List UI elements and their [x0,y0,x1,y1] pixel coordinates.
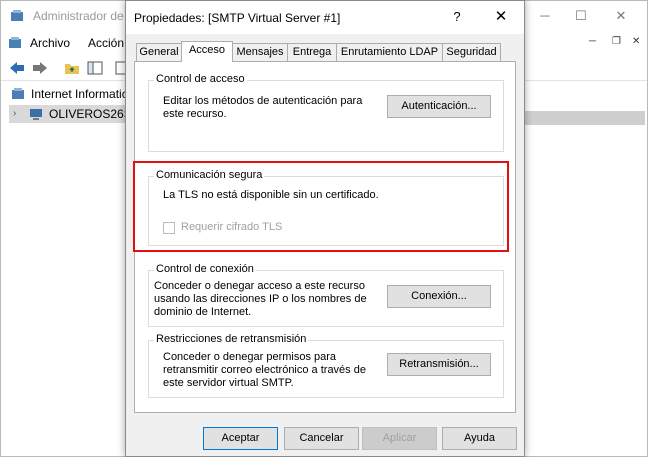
dialog-title: Propiedades: [SMTP Virtual Server #1] [134,11,341,25]
connection-control-group: Control de conexión Conceder o denegar a… [148,263,504,327]
mdi-minimize-icon[interactable]: ─ [589,36,596,47]
group-legend: Restricciones de retransmisión [154,333,309,345]
chevron-right-icon[interactable]: › [13,105,16,123]
connection-button[interactable]: Conexión... [387,285,491,308]
menu-archivo[interactable]: Archivo [30,36,70,50]
access-control-group: Control de acceso Editar los métodos de … [148,73,504,152]
relay-restrictions-group: Restricciones de retransmisión Conceder … [148,333,504,398]
mdi-restore-icon[interactable]: ❐ [612,36,621,47]
app-menu-icon[interactable] [8,36,22,50]
group-legend: Control de acceso [154,73,247,85]
relay-description: Conceder o denegar permisos para retrans… [163,351,366,389]
highlight-box [133,161,509,252]
iis-server-icon [12,88,24,99]
minimize-icon[interactable]: ─ [537,8,553,24]
help-icon[interactable]: ? [450,9,464,24]
access-control-description: Editar los métodos de autenticación para… [163,95,363,120]
ok-button[interactable]: Aceptar [203,427,278,450]
cancel-button[interactable]: Cancelar [284,427,359,450]
menu-accion[interactable]: Acción [88,36,124,50]
help-button[interactable]: Ayuda [442,427,517,450]
mdi-close-icon[interactable]: ✕ [632,36,640,47]
tree-item-label: Internet Informatic [31,87,128,101]
background-window-title: Administrador de [33,9,124,23]
iis-manager-icon [11,10,23,21]
tab-acceso[interactable]: Acceso [181,41,233,62]
close-icon[interactable]: ✕ [613,8,629,24]
group-legend: Control de conexión [154,263,256,275]
dialog-titlebar: Propiedades: [SMTP Virtual Server #1] ? … [126,1,524,34]
tab-entrega[interactable]: Entrega [287,43,337,61]
apply-button[interactable]: Aplicar [362,427,437,450]
tree-item-server[interactable]: › OLIVEROS26S [9,105,132,123]
authentication-button[interactable]: Autenticación... [387,95,491,118]
close-icon[interactable]: ✕ [492,7,510,25]
tab-enrutamiento-ldap[interactable]: Enrutamiento LDAP [336,43,443,61]
forward-arrow-icon[interactable] [31,59,49,77]
show-tree-icon[interactable] [86,59,104,77]
tab-mensajes[interactable]: Mensajes [232,43,288,61]
computer-icon [30,109,42,120]
maximize-icon[interactable]: ☐ [573,8,589,24]
tab-seguridad[interactable]: Seguridad [442,43,501,61]
selected-list-row [525,111,645,125]
relay-button[interactable]: Retransmisión... [387,353,491,376]
tab-general[interactable]: General [136,43,182,61]
folder-up-icon[interactable] [63,59,81,77]
tree-item-label: OLIVEROS26S [49,107,132,121]
connection-control-description: Conceder o denegar acceso a este recurso… [154,280,367,318]
back-arrow-icon[interactable] [8,59,26,77]
